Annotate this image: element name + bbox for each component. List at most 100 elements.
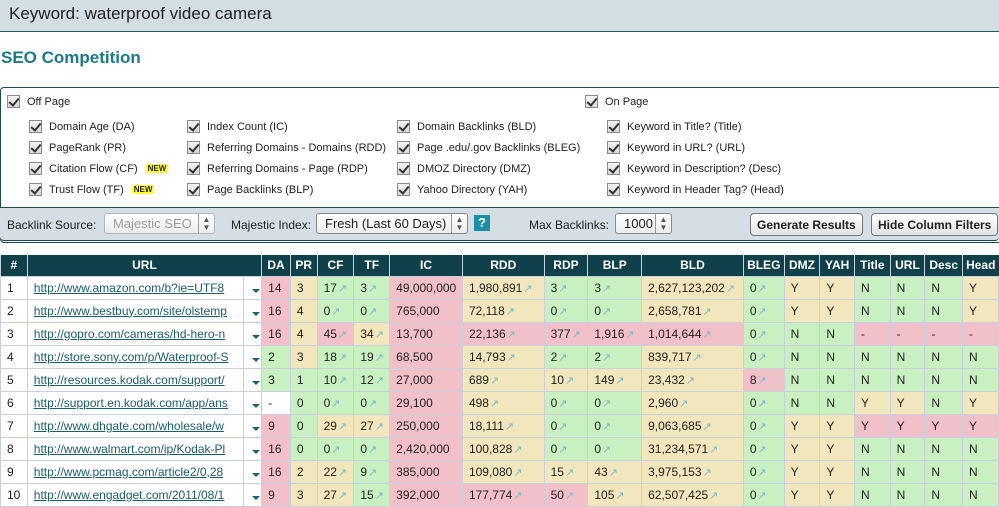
trend-arrow-icon[interactable]: ↗ <box>338 352 347 364</box>
checkbox-filter[interactable]: Trust Flow (TF) NEW <box>29 183 155 196</box>
checkbox-filter[interactable]: Citation Flow (CF) NEW <box>29 162 169 175</box>
checkbox-checked-icon[interactable] <box>187 183 200 196</box>
checkbox-checked-icon[interactable] <box>397 141 410 154</box>
checkbox-on-page[interactable]: On Page <box>585 95 648 108</box>
majestic-index-select[interactable]: Fresh (Last 60 Days) ▲ ▼ <box>316 213 468 234</box>
column-header[interactable]: Title <box>854 255 891 276</box>
trend-arrow-icon[interactable]: ↗ <box>368 306 377 318</box>
trend-arrow-icon[interactable]: ↗ <box>602 306 611 318</box>
column-header[interactable]: PR <box>289 255 318 276</box>
trend-arrow-icon[interactable]: ↗ <box>565 490 574 502</box>
trend-arrow-icon[interactable]: ↗ <box>505 421 514 433</box>
checkbox-checked-icon[interactable] <box>187 141 200 154</box>
trend-arrow-icon[interactable]: ↗ <box>615 375 624 387</box>
url-link[interactable]: http://gopro.com/cameras/hd-hero-n <box>34 327 225 341</box>
dropdown-arrow-icon[interactable] <box>251 381 260 385</box>
trend-arrow-icon[interactable]: ↗ <box>758 467 767 479</box>
url-link[interactable]: http://support.en.kodak.com/app/ans <box>34 396 228 410</box>
url-dropdown[interactable] <box>243 436 263 461</box>
column-header[interactable]: BLD <box>641 255 744 276</box>
trend-arrow-icon[interactable]: ↗ <box>758 444 767 456</box>
checkbox-checked-icon[interactable] <box>607 120 620 133</box>
trend-arrow-icon[interactable]: ↗ <box>703 306 712 318</box>
trend-arrow-icon[interactable]: ↗ <box>558 421 567 433</box>
trend-arrow-icon[interactable]: ↗ <box>368 283 377 295</box>
trend-arrow-icon[interactable]: ↗ <box>602 444 611 456</box>
checkbox-filter[interactable]: Index Count (IC) <box>187 120 288 133</box>
url-link[interactable]: http://store.sony.com/p/Waterproof-S <box>34 350 229 364</box>
hide-column-filters-button[interactable]: Hide Column Filters <box>871 213 999 236</box>
checkbox-checked-icon[interactable] <box>397 183 410 196</box>
dropdown-arrow-icon[interactable] <box>251 404 260 408</box>
trend-arrow-icon[interactable]: ↗ <box>338 467 347 479</box>
dropdown-arrow-icon[interactable] <box>251 289 260 293</box>
trend-arrow-icon[interactable]: ↗ <box>368 444 377 456</box>
trend-arrow-icon[interactable]: ↗ <box>338 329 347 341</box>
backlink-source-select[interactable]: Majestic SEO ▲ ▼ <box>104 213 215 234</box>
url-dropdown[interactable] <box>243 413 263 438</box>
checkbox-checked-icon[interactable] <box>29 120 42 133</box>
checkbox-filter[interactable]: Referring Domains - Page (RDP) <box>187 162 368 175</box>
trend-arrow-icon[interactable]: ↗ <box>758 375 767 387</box>
checkbox-checked-icon[interactable] <box>607 141 620 154</box>
trend-arrow-icon[interactable]: ↗ <box>513 490 522 502</box>
trend-arrow-icon[interactable]: ↗ <box>693 352 702 364</box>
trend-arrow-icon[interactable]: ↗ <box>368 398 377 410</box>
trend-arrow-icon[interactable]: ↗ <box>602 398 611 410</box>
trend-arrow-icon[interactable]: ↗ <box>338 375 347 387</box>
checkbox-checked-icon[interactable] <box>29 162 42 175</box>
column-header[interactable]: # <box>0 255 28 276</box>
trend-arrow-icon[interactable]: ↗ <box>703 467 712 479</box>
url-link[interactable]: http://resources.kodak.com/support/ <box>34 373 225 387</box>
dropdown-arrow-icon[interactable] <box>251 312 260 316</box>
dropdown-arrow-icon[interactable] <box>251 358 260 362</box>
checkbox-filter[interactable]: Keyword in Header Tag? (Head) <box>607 183 784 196</box>
trend-arrow-icon[interactable]: ↗ <box>513 467 522 479</box>
url-dropdown[interactable] <box>243 298 263 323</box>
trend-arrow-icon[interactable]: ↗ <box>558 283 567 295</box>
url-dropdown[interactable] <box>243 275 263 300</box>
url-link[interactable]: http://www.dhgate.com/wholesale/w <box>34 419 224 433</box>
checkbox-filter[interactable]: Page .edu/.gov Backlinks (BLEG) <box>397 141 580 154</box>
trend-arrow-icon[interactable]: ↗ <box>338 421 347 433</box>
column-header[interactable]: YAH <box>819 255 855 276</box>
trend-arrow-icon[interactable]: ↗ <box>490 375 499 387</box>
url-dropdown[interactable] <box>243 482 263 507</box>
checkbox-filter[interactable]: Page Backlinks (BLP) <box>187 183 313 196</box>
help-icon[interactable]: ? <box>474 215 490 231</box>
dropdown-arrow-icon[interactable] <box>251 335 260 339</box>
trend-arrow-icon[interactable]: ↗ <box>375 421 384 433</box>
trend-arrow-icon[interactable]: ↗ <box>609 467 618 479</box>
checkbox-checked-icon[interactable] <box>7 95 20 108</box>
checkbox-filter[interactable]: Domain Age (DA) <box>29 120 135 133</box>
trend-arrow-icon[interactable]: ↗ <box>565 467 574 479</box>
checkbox-checked-icon[interactable] <box>187 120 200 133</box>
trend-arrow-icon[interactable]: ↗ <box>558 444 567 456</box>
trend-arrow-icon[interactable]: ↗ <box>507 352 516 364</box>
checkbox-filter[interactable]: Keyword in Title? (Title) <box>607 120 742 133</box>
trend-arrow-icon[interactable]: ↗ <box>686 375 695 387</box>
trend-arrow-icon[interactable]: ↗ <box>758 398 767 410</box>
column-header[interactable]: IC <box>389 255 463 276</box>
dropdown-arrow-icon[interactable] <box>251 473 260 477</box>
url-link[interactable]: http://www.amazon.com/b?ie=UTF8 <box>34 281 224 295</box>
column-header[interactable]: BLP <box>587 255 642 276</box>
trend-arrow-icon[interactable]: ↗ <box>703 329 712 341</box>
trend-arrow-icon[interactable]: ↗ <box>758 490 767 502</box>
trend-arrow-icon[interactable]: ↗ <box>558 352 567 364</box>
url-link[interactable]: http://www.bestbuy.com/site/olstemp <box>34 304 227 318</box>
trend-arrow-icon[interactable]: ↗ <box>565 375 574 387</box>
trend-arrow-icon[interactable]: ↗ <box>758 421 767 433</box>
checkbox-checked-icon[interactable] <box>29 183 42 196</box>
checkbox-checked-icon[interactable] <box>607 162 620 175</box>
checkbox-checked-icon[interactable] <box>607 183 620 196</box>
trend-arrow-icon[interactable]: ↗ <box>331 306 340 318</box>
trend-arrow-icon[interactable]: ↗ <box>703 421 712 433</box>
url-link[interactable]: http://www.engadget.com/2011/08/1 <box>34 488 225 502</box>
column-header[interactable]: Desc <box>924 255 963 276</box>
column-header[interactable]: Head <box>962 255 999 276</box>
checkbox-filter[interactable]: DMOZ Directory (DMZ) <box>397 162 531 175</box>
dropdown-arrow-icon[interactable] <box>251 427 260 431</box>
trend-arrow-icon[interactable]: ↗ <box>513 444 522 456</box>
trend-arrow-icon[interactable]: ↗ <box>375 490 384 502</box>
